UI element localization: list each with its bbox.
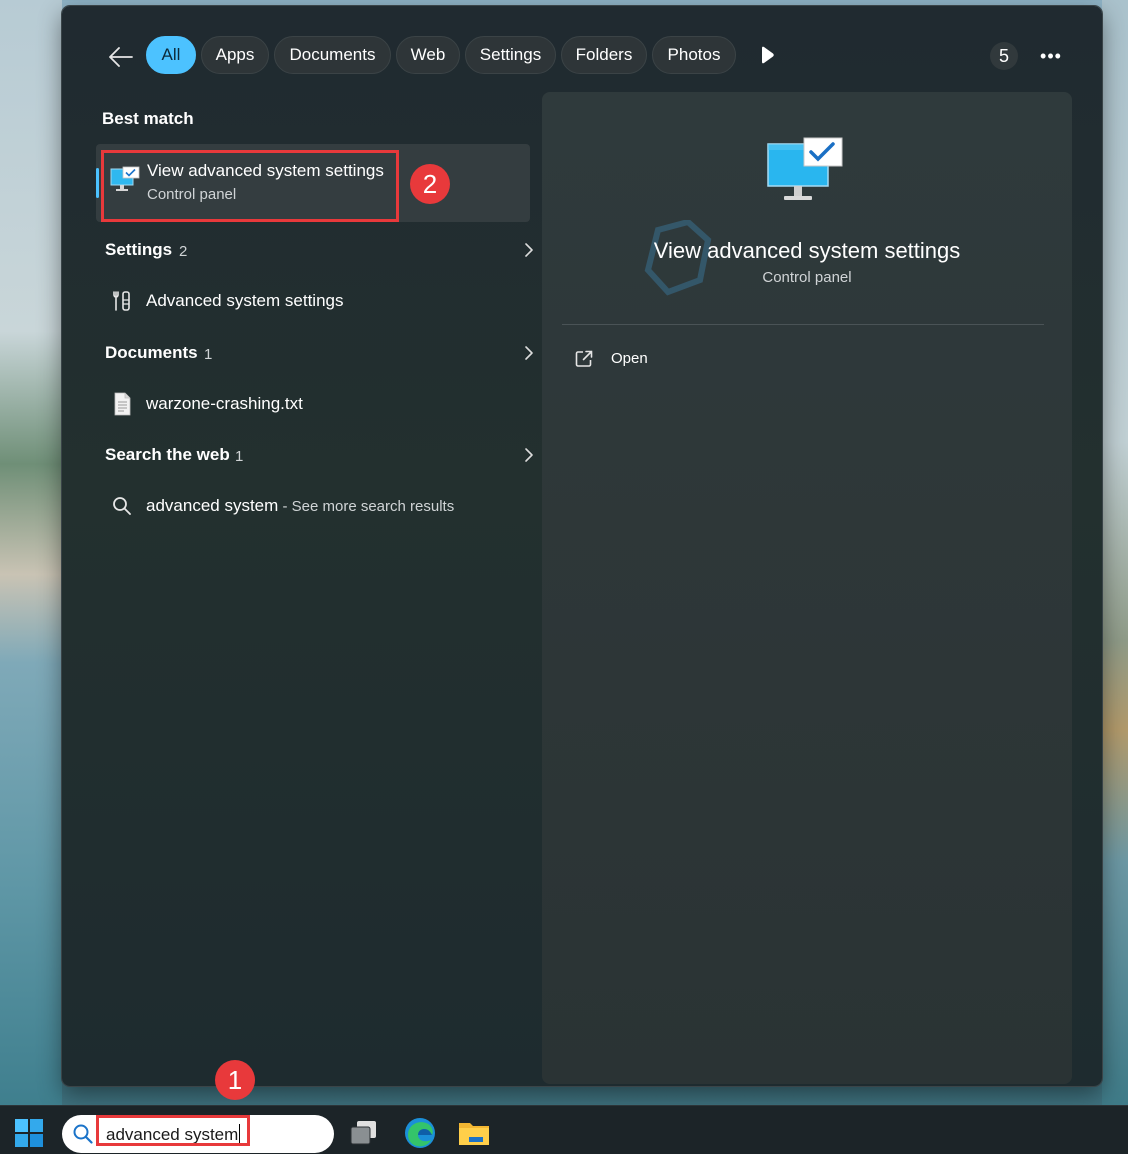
tab-photos[interactable]: Photos: [652, 36, 736, 74]
search-icon: [72, 1123, 94, 1145]
tab-web[interactable]: Web: [396, 36, 460, 74]
chevron-right-icon[interactable]: [519, 239, 539, 261]
back-arrow-icon[interactable]: [106, 42, 136, 72]
step-badge-2: 2: [410, 164, 450, 204]
preview-subtitle: Control panel: [762, 269, 852, 286]
taskbar-search-value: advanced system: [106, 1124, 241, 1145]
search-icon: [110, 494, 134, 518]
windows-start-icon[interactable]: [14, 1118, 44, 1148]
taskbar-search-input[interactable]: advanced system: [62, 1115, 334, 1153]
section-search-web-title: Search the web: [105, 445, 230, 464]
section-search-web-count: 1: [235, 448, 244, 465]
section-search-web[interactable]: Search the web 1: [105, 441, 533, 471]
result-document-label: warzone-crashing.txt: [146, 394, 303, 413]
step-badge-1: 1: [215, 1060, 255, 1100]
result-document[interactable]: warzone-crashing.txt: [106, 388, 526, 422]
filter-toolbar: All Apps Documents Web Settings Folders …: [62, 6, 1102, 102]
task-view-icon[interactable]: [346, 1115, 382, 1151]
result-advanced-system-settings[interactable]: Advanced system settings: [106, 285, 526, 319]
tab-all[interactable]: All: [146, 36, 196, 74]
tab-folders[interactable]: Folders: [561, 36, 647, 74]
search-query-text: advanced system: [106, 1125, 239, 1144]
best-match-heading: Best match: [102, 109, 194, 128]
monitor-check-icon: [110, 166, 140, 194]
desktop-wallpaper-left: [0, 0, 62, 1105]
selection-accent: [96, 168, 99, 198]
web-query-suffix: - See more search results: [278, 498, 455, 515]
preview-divider: [562, 324, 1044, 325]
text-caret: [239, 1124, 241, 1143]
preview-title: View advanced system settings: [653, 238, 961, 263]
section-settings[interactable]: Settings 2: [105, 236, 533, 266]
monitor-check-icon: [766, 136, 846, 208]
best-match-subtitle: Control panel: [147, 186, 237, 203]
taskbar: advanced system: [0, 1105, 1128, 1154]
open-button-label: Open: [611, 350, 648, 367]
search-flyout: All Apps Documents Web Settings Folders …: [62, 6, 1102, 1086]
desktop-wallpaper-right: [1102, 0, 1128, 1105]
section-documents[interactable]: Documents 1: [105, 339, 533, 369]
edge-icon[interactable]: [402, 1115, 438, 1151]
tab-documents[interactable]: Documents: [274, 36, 391, 74]
tab-settings[interactable]: Settings: [465, 36, 556, 74]
section-documents-title: Documents: [105, 343, 198, 362]
section-settings-count: 2: [179, 243, 188, 260]
file-explorer-icon[interactable]: [456, 1115, 492, 1151]
settings-tools-icon: [110, 289, 134, 313]
section-documents-count: 1: [204, 346, 213, 363]
open-button[interactable]: Open: [574, 347, 694, 375]
tab-apps[interactable]: Apps: [201, 36, 269, 74]
result-web-search[interactable]: advanced system - See more search result…: [106, 490, 526, 524]
best-match-title: View advanced system settings: [147, 161, 384, 180]
rewards-count-badge[interactable]: 5: [990, 42, 1018, 70]
chevron-right-icon[interactable]: [519, 444, 539, 466]
open-external-icon: [574, 349, 594, 369]
play-icon[interactable]: [756, 44, 778, 66]
web-query: advanced system: [146, 496, 279, 515]
best-match-item[interactable]: View advanced system settings Control pa…: [96, 144, 530, 222]
document-icon: [110, 392, 134, 416]
chevron-right-icon[interactable]: [519, 342, 539, 364]
result-web-search-label: advanced system - See more search result…: [146, 496, 454, 516]
preview-pane: View advanced system settings Control pa…: [542, 92, 1072, 1084]
result-advanced-system-settings-label: Advanced system settings: [146, 291, 344, 310]
more-icon[interactable]: •••: [1037, 42, 1065, 70]
section-settings-title: Settings: [105, 240, 173, 259]
